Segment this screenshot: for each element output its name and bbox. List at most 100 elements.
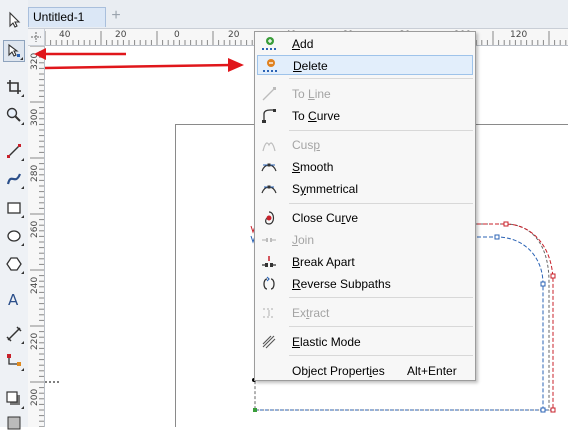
menu-item-shortcut: Alt+Enter (407, 364, 457, 378)
ruler-origin-icon (31, 32, 41, 42)
menu-item-label: mooth (300, 160, 334, 174)
hruler-label: 20 (228, 30, 240, 40)
menu-item-label: elete (301, 59, 328, 73)
menu-item-label: reak Apart (300, 255, 355, 269)
menu-item-accelerator: E (292, 335, 301, 349)
extract-subpath-icon (263, 308, 275, 318)
menu-item-label: es (372, 364, 385, 378)
ellipse-tool-icon[interactable] (3, 225, 25, 247)
menu-item-label: mmetrical (306, 182, 359, 196)
menu-item-symmetrical[interactable]: Symmetrical (257, 179, 473, 199)
menu-item-smooth[interactable]: Smooth (257, 157, 473, 177)
menu-item-reverse-subpaths[interactable]: Reverse Subpaths (257, 274, 473, 294)
menu-separator (289, 326, 473, 327)
menu-item-label: To (292, 87, 309, 101)
to-line-icon (262, 87, 276, 101)
svg-text:A: A (8, 291, 19, 308)
artistic-media-tool-icon[interactable] (3, 168, 25, 190)
transparency-tool-icon[interactable] (3, 412, 25, 434)
menu-item-label: Cus (292, 138, 314, 152)
ruler-origin[interactable] (28, 29, 45, 46)
menu-item-to-line[interactable]: To Line (257, 84, 473, 104)
menu-item-to-curve[interactable]: To Curve (257, 106, 473, 126)
menu-item-delete[interactable]: Delete (257, 55, 473, 75)
menu-item-label: To (292, 109, 309, 123)
symmetrical-node-icon (261, 185, 277, 194)
menu-item-accelerator: D (293, 59, 302, 73)
break-apart-icon (262, 256, 276, 267)
reverse-subpaths-icon (263, 276, 275, 290)
menu-separator (289, 297, 473, 298)
document-tab-bar: Untitled-1 + (28, 0, 568, 29)
menu-item-label: everse Subpaths (300, 277, 391, 291)
menu-item-label: S (292, 182, 301, 196)
vertical-ruler[interactable]: 320 300 280 260 240 220 200 (28, 46, 45, 427)
curve-node (253, 408, 257, 412)
menu-item-label: ine (314, 87, 331, 101)
menu-item-object-properties[interactable]: Object Properties Alt+Enter (257, 361, 473, 381)
vruler-label: 300 (30, 108, 40, 126)
elastic-mode-icon (262, 335, 276, 349)
menu-item-label: Close Cu (292, 211, 342, 225)
menu-item-accelerator: L (308, 87, 315, 101)
menu-item-label: ract (309, 306, 330, 320)
freehand-tool-icon[interactable] (3, 140, 25, 162)
menu-item-break-apart[interactable]: Break Apart (257, 252, 473, 272)
polygon-tool-icon[interactable] (3, 253, 25, 275)
menu-separator (289, 78, 473, 79)
menu-separator (289, 130, 473, 131)
zoom-tool-icon[interactable] (3, 104, 25, 126)
vruler-label: 200 (30, 388, 40, 406)
vruler-label: 280 (30, 164, 40, 182)
to-curve-icon (262, 109, 276, 123)
menu-item-join[interactable]: Join (257, 230, 473, 250)
menu-item-accelerator: A (292, 37, 301, 51)
connector-tool-icon[interactable] (3, 350, 25, 372)
vruler-label: 220 (30, 332, 40, 350)
join-nodes-icon (262, 238, 276, 242)
menu-item-elastic-mode[interactable]: Elastic Mode (257, 332, 473, 352)
new-tab-icon[interactable]: + (108, 8, 124, 24)
menu-item-accelerator: C (308, 109, 317, 123)
curve-node (540, 281, 546, 287)
curve-node (540, 407, 546, 413)
crop-tool-icon[interactable] (3, 76, 25, 98)
menu-item-label: oin (298, 233, 315, 247)
hruler-label: 120 (510, 30, 528, 40)
hruler-label: 40 (59, 30, 71, 40)
pick-tool-icon[interactable] (3, 9, 25, 31)
menu-item-label: lastic Mode (300, 335, 361, 349)
dimension-tool-icon[interactable] (3, 323, 25, 345)
smooth-node-icon (261, 163, 277, 172)
vruler-label: 240 (30, 276, 40, 294)
menu-item-extract[interactable]: Extract (257, 303, 473, 323)
text-tool-icon[interactable]: A (3, 288, 25, 310)
menu-separator (289, 355, 473, 356)
hruler-label: 20 (115, 30, 127, 40)
hruler-label: 0 (174, 30, 180, 40)
add-node-icon (262, 37, 276, 50)
node-context-menu: Add Delete To Line To Curve Cusp Smooth … (254, 31, 476, 381)
curve-node (550, 407, 556, 413)
menu-item-label: urve (316, 109, 341, 123)
drop-shadow-tool-icon[interactable] (3, 388, 25, 410)
toolbox: A (0, 0, 29, 430)
menu-item-add[interactable]: Add (257, 34, 473, 54)
menu-item-cusp[interactable]: Cusp (257, 135, 473, 155)
document-tab[interactable]: Untitled-1 (28, 7, 106, 27)
menu-item-label: Ex (292, 306, 307, 320)
menu-item-accelerator: S (292, 160, 301, 174)
vruler-label: 320 (30, 52, 40, 70)
shape-tool-icon[interactable] (3, 40, 25, 62)
curve-node (550, 273, 556, 279)
menu-item-label: dd (300, 37, 314, 51)
delete-node-icon (263, 59, 277, 72)
rectangle-tool-icon[interactable] (3, 197, 25, 219)
close-curve-icon (265, 211, 275, 225)
menu-separator (289, 203, 473, 204)
curve-node (494, 234, 500, 240)
menu-item-accelerator: R (292, 277, 301, 291)
menu-item-close-curve[interactable]: Close Curve (257, 208, 473, 228)
menu-item-label: Object Propert (292, 364, 370, 378)
cusp-node-icon (262, 142, 276, 152)
